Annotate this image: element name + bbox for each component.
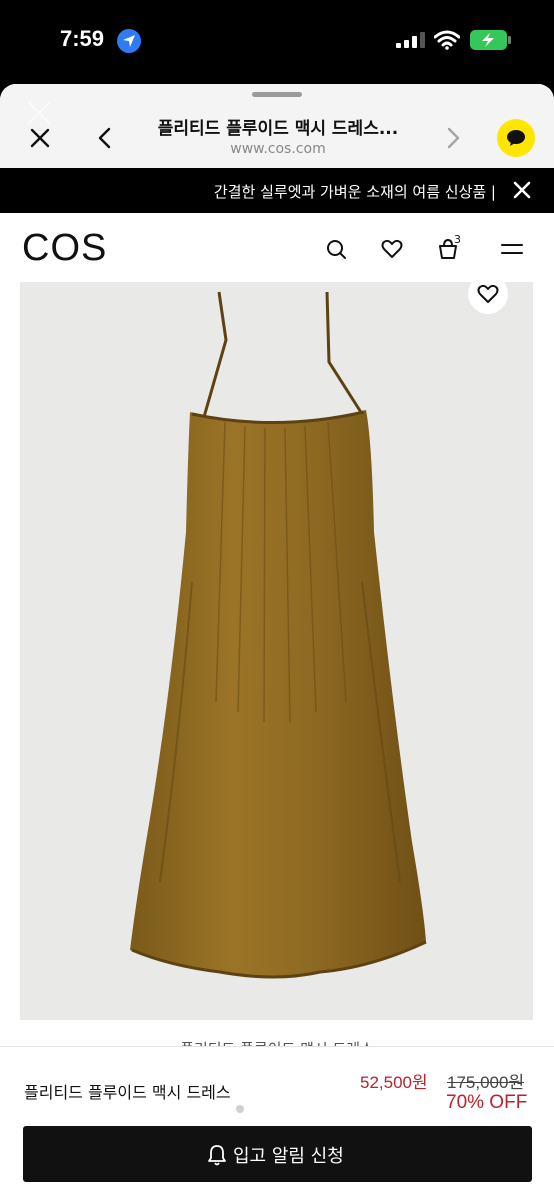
promo-banner[interactable]: 간결한 실루엣과 가벼운 소재의 여름 신상품 | xyxy=(0,168,554,213)
cos-logo[interactable]: COS xyxy=(22,227,107,270)
favorite-button[interactable] xyxy=(468,274,508,314)
sheet-grabber[interactable] xyxy=(252,92,302,97)
page-title: 플리티드 플루이드 맥시 드레스... xyxy=(157,119,399,139)
kakaotalk-icon xyxy=(507,130,525,146)
product-name: 플리티드 플루이드 맥시 드레스 xyxy=(24,1083,231,1102)
bell-icon xyxy=(208,1145,226,1166)
location-arrow-icon xyxy=(117,29,141,53)
chevron-left-icon[interactable] xyxy=(96,126,114,150)
promo-text: 간결한 실루엣과 가벼운 소재의 여름 신상품 | xyxy=(213,183,496,201)
search-icon[interactable] xyxy=(324,237,348,261)
product-image[interactable] xyxy=(20,282,533,1020)
wifi-icon xyxy=(434,30,460,50)
discount-badge: 70% OFF xyxy=(446,1092,528,1113)
sale-price: 52,500원 xyxy=(360,1073,428,1092)
carousel-dot xyxy=(236,1105,244,1113)
kakaotalk-button[interactable] xyxy=(497,119,535,157)
hamburger-menu-icon[interactable] xyxy=(500,237,524,261)
original-price: 175,000원 xyxy=(447,1073,525,1092)
restock-notify-label: 입고 알림 신청 xyxy=(233,1146,344,1167)
purchase-bar: 플리티드 플루이드 맥시 드레스 52,500원 175,000원 70% OF… xyxy=(0,1046,554,1200)
heart-icon xyxy=(477,284,499,303)
bag-count-badge: 3 xyxy=(454,233,461,246)
browser-sheet: 플리티드 플루이드 맥시 드레스... www.cos.com 간결한 실루엣과… xyxy=(0,84,554,1200)
chevron-right-icon[interactable] xyxy=(444,126,462,150)
close-icon[interactable] xyxy=(28,126,52,150)
heart-icon[interactable] xyxy=(380,237,404,261)
restock-notify-button[interactable]: 입고 알림 신청 xyxy=(23,1126,532,1182)
site-header: COS 3 xyxy=(0,213,554,281)
close-icon xyxy=(27,101,51,125)
cellular-signal-icon xyxy=(396,32,425,48)
battery-charging-icon xyxy=(470,30,507,50)
status-time: 7:59 xyxy=(60,26,105,51)
close-icon[interactable] xyxy=(512,180,532,200)
status-bar: 7:59 xyxy=(0,0,554,84)
page-url: www.cos.com xyxy=(230,141,326,157)
browser-toolbar: 플리티드 플루이드 맥시 드레스... www.cos.com xyxy=(0,84,554,168)
battery-cap xyxy=(508,36,511,44)
